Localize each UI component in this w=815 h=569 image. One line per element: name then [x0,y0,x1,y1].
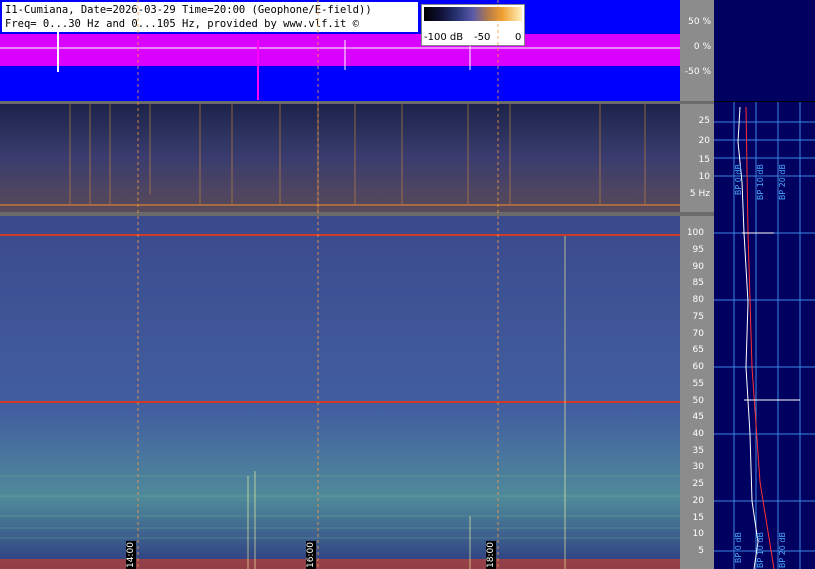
low-tick-20: 20 [698,136,710,146]
high-tick-90: 90 [692,262,704,272]
wave-tick-0: 0 % [693,42,711,52]
high-tick-50: 50 [692,396,704,406]
spectrum-profile-panel: BP 0 dB BP 10 dB BP 20 dB BP 0 dB BP 10 … [714,102,815,569]
high-tick-10: 10 [692,529,704,539]
spec-high-axis: 100 95 90 85 80 75 70 65 60 55 50 45 40 … [680,216,714,569]
high-tick-95: 95 [692,245,704,255]
high-tick-20: 20 [692,496,704,506]
time-marker-14: 14:00 [126,541,136,569]
low-tick-10: 10 [698,172,710,182]
time-marker-16: 16:00 [306,541,316,569]
high-tick-45: 45 [692,412,704,422]
high-tick-85: 85 [692,278,704,288]
time-gridlines [137,0,499,569]
time-marker-18: 18:00 [486,541,496,569]
profile-top-bp20: BP 20 dB [778,164,787,201]
high-tick-65: 65 [692,345,704,355]
low-tick-5: 5 Hz [689,189,710,199]
profile-top-bp0: BP 0 dB [734,164,743,196]
spec-low-axis: 25 20 15 10 5 Hz [680,104,714,212]
high-tick-70: 70 [692,329,704,339]
high-tick-100: 100 [686,228,704,238]
profile-bottom-bp20: BP 20 dB [778,532,787,569]
profile-bottom-bp0: BP 0 dB [734,532,743,564]
high-tick-5: 5 [698,546,704,556]
high-tick-80: 80 [692,295,704,305]
high-tick-40: 40 [692,429,704,439]
high-tick-35: 35 [692,446,704,456]
high-tick-30: 30 [692,462,704,472]
high-tick-60: 60 [692,362,704,372]
profile-blank-top [714,0,815,101]
waveform-axis: 50 % 0 % -50 % [680,0,714,101]
low-tick-15: 15 [698,155,710,165]
profile-bottom-bp10: BP 10 dB [756,532,765,569]
high-tick-55: 55 [692,379,704,389]
high-tick-75: 75 [692,312,704,322]
wave-tick-minus50: -50 % [684,67,711,77]
wave-tick-50: 50 % [688,17,711,27]
high-tick-15: 15 [692,513,704,523]
profile-top-bp10: BP 10 dB [756,164,765,201]
low-tick-25: 25 [698,116,710,126]
high-tick-25: 25 [692,479,704,489]
